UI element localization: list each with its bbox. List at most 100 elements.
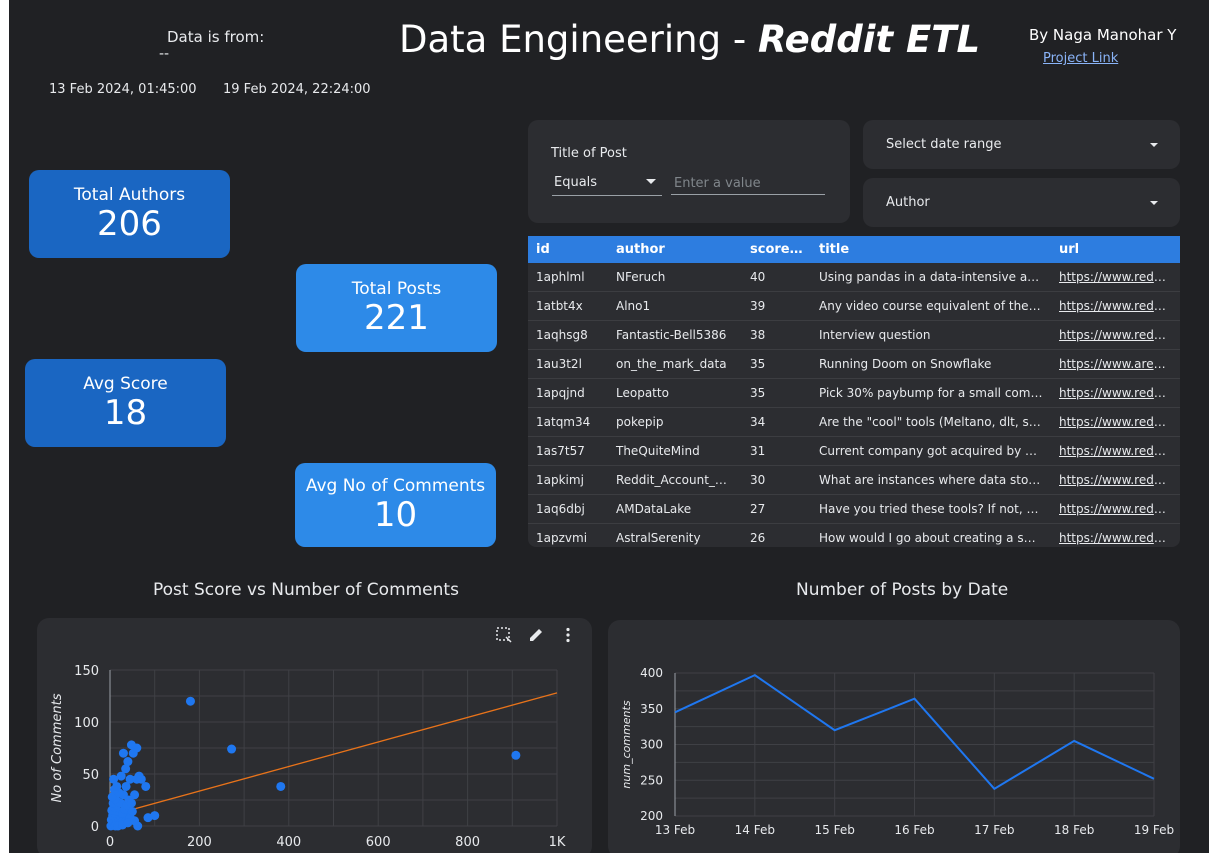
data-point [185,696,195,706]
avg-comments-card: Avg No of Comments 10 [295,463,496,547]
cell-title: Any video course equivalent of the funda… [811,291,1051,321]
avg-comments-label: Avg No of Comments [305,476,486,496]
cell-author: Fantastic-Bell5386 [608,320,742,350]
total-authors-value: 206 [97,204,162,244]
column-header-id[interactable]: id [528,236,608,263]
y-axis-label: No of Comments [50,693,65,802]
cell-title: Are the "cool" tools (Meltano, dlt, slin… [811,407,1051,437]
cell-id: 1apkimj [528,465,608,495]
author-dropdown-label: Author [886,195,930,210]
table-row: 1apzvmi AstralSerenity 26 How would I go ab… [528,523,1180,547]
x-tick-label: 13 Feb [655,823,695,837]
cell-url-link[interactable]: https://www.reddit.com [1051,291,1180,321]
project-link[interactable]: Project Link [1043,51,1118,66]
cell-id: 1apzvmi [528,523,608,547]
data-point [126,740,136,750]
data-point [141,781,151,791]
data-point [227,744,237,754]
cell-author: on_the_mark_data [608,349,742,379]
column-header-author[interactable]: author [608,236,742,263]
y-tick-label: 150 [74,664,99,679]
date-range-dropdown[interactable]: Select date range [863,120,1180,169]
cell-title: Current company got acquired by bigger c… [811,436,1051,466]
x-tick-label: 16 Feb [894,823,934,837]
cell-author: pokepip [608,407,742,437]
table-row: 1atqm34 pokepip 34 Are the "cool" tools (Me… [528,407,1180,437]
author-dropdown[interactable]: Author [863,178,1180,227]
cell-url-link[interactable]: https://www.arecadata.com [1051,349,1180,379]
end-date[interactable]: 19 Feb 2024, 22:24:00 [223,82,371,97]
cell-score: 35 [742,349,811,379]
avg-comments-value: 10 [373,495,418,535]
chevron-down-icon [646,179,656,184]
total-posts-card: Total Posts 221 [296,264,497,352]
cell-url-link[interactable]: https://www.reddit.com [1051,320,1180,350]
table-row: 1aphlml NFeruch 40 Using pandas in a data-i… [528,263,1180,292]
data-point [126,798,136,808]
data-point [123,757,133,767]
x-tick-label: 600 [366,835,391,850]
line-chart-panel: 200 250 300 350 400 13 Feb 14 Feb 15 Feb 16 Feb 1… [608,620,1180,853]
cell-author: Alno1 [608,291,742,321]
cell-url-link[interactable]: https://www.reddit.com [1051,378,1180,408]
cell-url-link[interactable]: https://www.reddit.com [1051,436,1180,466]
dashboard-canvas: Data is from: -- 13 Feb 2024, 01:45:00 1… [9,0,1209,853]
data-point [150,811,160,821]
cell-url-link[interactable]: https://www.reddit.com [1051,523,1180,547]
x-tick-label: 800 [455,835,480,850]
cell-url-link[interactable]: https://www.reddit.com [1051,263,1180,292]
column-header-url[interactable]: url [1051,236,1180,263]
cell-id: 1atbt4x [528,291,608,321]
operator-select-value: Equals [554,175,598,190]
y-tick-label: 0 [91,820,99,835]
cell-score: 34 [742,407,811,437]
chevron-down-icon [1150,201,1158,205]
cell-score: 26 [742,523,811,547]
cell-author: AstralSerenity [608,523,742,547]
cell-url-link[interactable]: https://www.reddit.com [1051,494,1180,524]
operator-select[interactable]: Equals [552,173,662,196]
y-tick-label: 250 [640,773,663,787]
table-header-row: id author score... title url [528,236,1180,263]
x-tick-label: 14 Feb [735,823,775,837]
column-header-title[interactable]: title [811,236,1051,263]
x-tick-label: 200 [187,835,212,850]
start-date[interactable]: 13 Feb 2024, 01:45:00 [49,82,197,97]
y-tick-label: 300 [640,738,663,752]
posts-table: id author score... title url 1aphlml NFer… [528,236,1180,547]
table-row: 1aqhsg8 Fantastic-Bell5386 38 Interview que… [528,320,1180,350]
cell-title: Running Doom on Snowflake [811,349,1051,379]
y-axis-label: num_comments [620,700,633,788]
cell-author: TheQuiteMind [608,436,742,466]
cell-url-link[interactable]: https://www.reddit.com [1051,407,1180,437]
cell-score: 40 [742,263,811,292]
cell-url-link[interactable]: https://www.reddit.com [1051,465,1180,495]
table-row: 1apqjnd Leopatto 35 Pick 30% paybump for a … [528,378,1180,408]
data-from-value: -- [159,46,170,62]
y-tick-label: 350 [640,702,663,716]
data-point [276,781,286,791]
date-range-label: Select date range [886,137,1002,152]
y-tick-label: 50 [82,768,99,783]
column-header-score[interactable]: score... [742,236,811,263]
table-row: 1as7t57 TheQuiteMind 31 Current company got… [528,436,1180,466]
cell-title: Pick 30% paybump for a small company [811,378,1051,408]
cell-id: 1apqjnd [528,378,608,408]
total-posts-value: 221 [364,298,429,338]
cell-author: NFeruch [608,263,742,292]
data-point [511,750,521,760]
cell-title: What are instances where data storage,..… [811,465,1051,495]
y-tick-label: 200 [640,809,663,823]
total-authors-label: Total Authors [73,185,186,205]
cell-id: 1aq6dbj [528,494,608,524]
scatter-plot: 0 50 100 150 0 200 400 600 800 1K No of Comments [50,664,566,850]
avg-score-value: 18 [103,393,148,433]
x-tick-label: 19 Feb [1134,823,1174,837]
author-byline: By Naga Manohar Y [1029,26,1177,44]
page-title-main: Data Engineering - [399,18,758,61]
title-value-input[interactable] [671,173,825,195]
data-point [133,821,143,831]
cell-author: Leopatto [608,378,742,408]
chevron-down-icon [1150,143,1158,147]
cell-title: How would I go about creating a small-..… [811,523,1051,547]
